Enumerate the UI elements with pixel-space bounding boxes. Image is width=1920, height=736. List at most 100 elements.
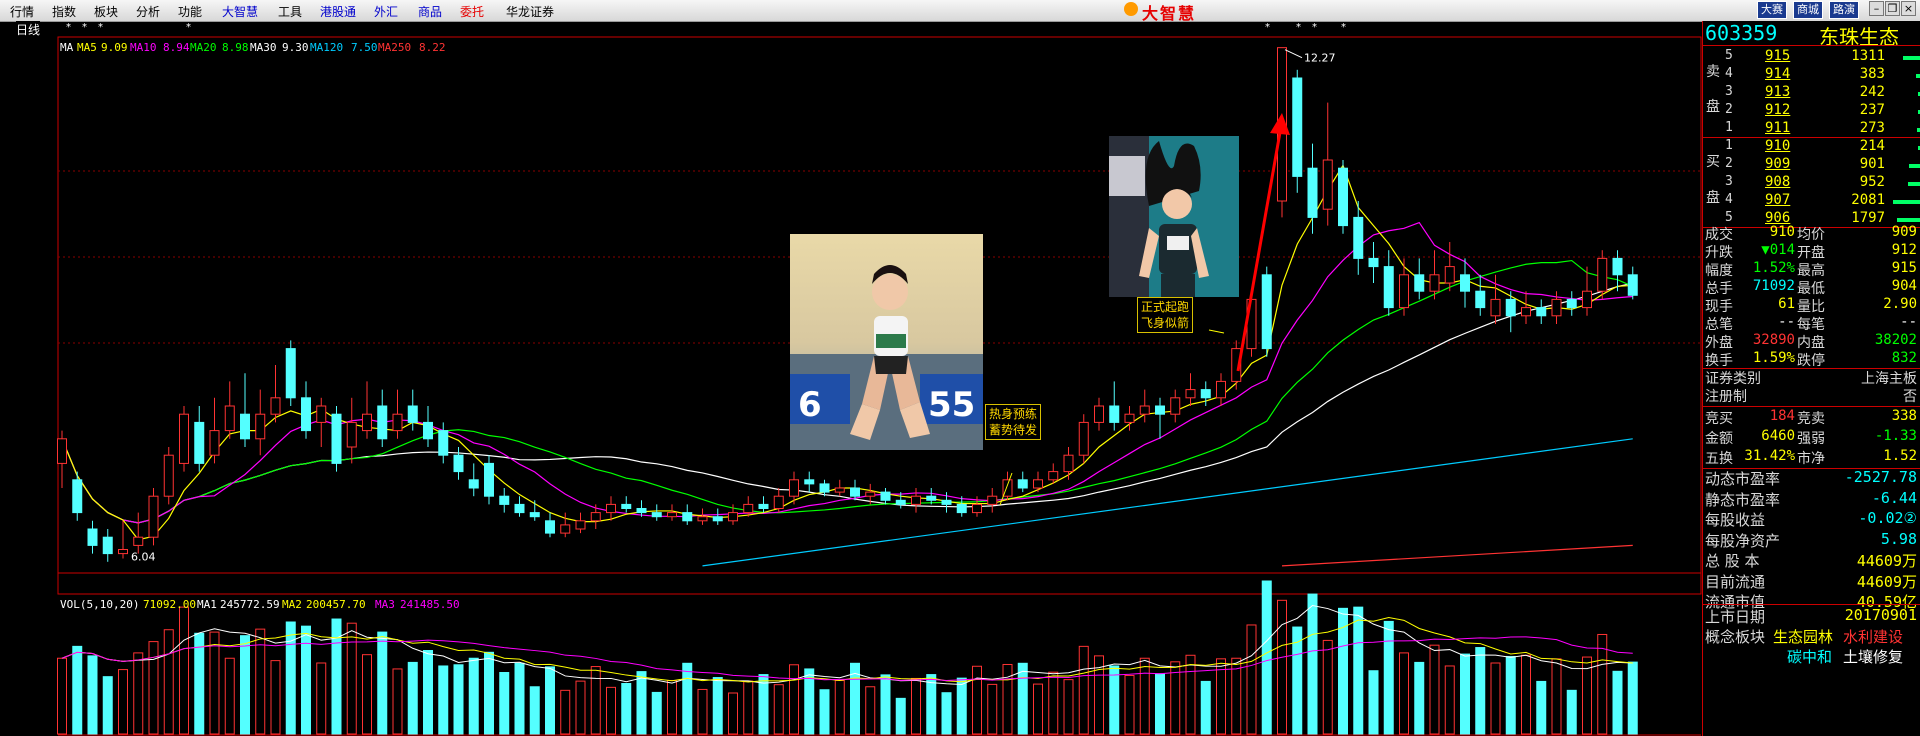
- sell-price[interactable]: 911: [1765, 120, 1790, 136]
- sell-price[interactable]: 915: [1765, 48, 1790, 64]
- candle-body: [834, 487, 845, 493]
- concept-tag[interactable]: 水利建设: [1843, 626, 1903, 647]
- candle-body: [1139, 405, 1150, 415]
- volume-bar: [1551, 658, 1562, 735]
- menu-item[interactable]: 外汇: [374, 3, 398, 20]
- stat-label: 内盘: [1797, 335, 1825, 351]
- candle-body: [1170, 397, 1181, 415]
- buy-volume: 2081: [1851, 192, 1885, 208]
- sell-volume: 383: [1859, 66, 1885, 82]
- menu-item[interactable]: 板块: [94, 3, 118, 20]
- caption-1-line-1: 热身预练: [989, 407, 1038, 421]
- candle-body: [865, 491, 876, 497]
- buy-price[interactable]: 908: [1765, 174, 1790, 190]
- menu-item[interactable]: 功能: [178, 3, 202, 20]
- stat-value: 832: [1891, 350, 1917, 366]
- candle-body: [209, 430, 220, 456]
- sell-volume-bar: [1903, 56, 1920, 60]
- period-label[interactable]: 日线: [16, 21, 41, 38]
- volume-bar: [1627, 661, 1638, 735]
- candle-body: [1444, 266, 1455, 284]
- buy-price[interactable]: 910: [1765, 138, 1790, 154]
- contest-button[interactable]: 大赛: [1757, 1, 1787, 19]
- stat-label: 金额: [1705, 431, 1733, 447]
- sell-volume: 242: [1859, 84, 1885, 100]
- buy-volume: 952: [1859, 174, 1885, 190]
- sell-price[interactable]: 913: [1765, 84, 1790, 100]
- candle-body: [484, 462, 494, 497]
- stat-value: 912: [1891, 242, 1917, 258]
- candle-body: [1521, 307, 1531, 317]
- stat-value: --: [1778, 314, 1795, 330]
- candle-body: [651, 512, 662, 518]
- vol-legend-item: 245772.59: [220, 598, 280, 611]
- candle-body: [346, 421, 357, 448]
- volume-bar: [453, 664, 464, 735]
- mall-button[interactable]: 商城: [1793, 1, 1823, 19]
- candle-body: [1292, 77, 1303, 177]
- candle-body: [72, 479, 83, 514]
- volume-bar: [1185, 654, 1196, 735]
- buy-level: 5: [1725, 210, 1733, 225]
- sell-price[interactable]: 914: [1765, 66, 1790, 82]
- caption-1: 热身预练 蓄势待发: [985, 404, 1042, 440]
- minimize-icon[interactable]: –: [1869, 1, 1884, 16]
- volume-bar: [179, 606, 189, 735]
- stat-label: 最低: [1797, 281, 1825, 297]
- volume-bar: [941, 692, 952, 735]
- stat-label: 五换: [1705, 451, 1733, 467]
- stat-label: 最高: [1797, 263, 1825, 279]
- kline-chart-panel[interactable]: 12.27 6.04 * * * * * * * * 日线 MA MA5 9.09 MA10 8.94 MA…: [0, 21, 1702, 736]
- vol-ma2-line: [61, 617, 1633, 683]
- candle-body: [1505, 298, 1516, 317]
- candle-body: [819, 483, 830, 493]
- menu-item[interactable]: 指数: [52, 3, 76, 20]
- sell-label-1: 卖: [1706, 64, 1720, 80]
- concept-tag[interactable]: 碳中和: [1787, 646, 1832, 667]
- menu-item[interactable]: 行情: [10, 3, 34, 20]
- candle-body: [514, 503, 525, 514]
- volume-bar: [377, 631, 388, 735]
- fundamental-label: 动态市盈率: [1705, 470, 1781, 488]
- candle-body: [194, 421, 205, 464]
- volume-bar: [1383, 620, 1394, 735]
- restore-icon[interactable]: ❐: [1885, 1, 1900, 16]
- volume-bar: [651, 691, 662, 735]
- volume-bar: [484, 651, 494, 735]
- stat-label: 量比: [1797, 299, 1825, 315]
- volume-bar: [972, 665, 982, 735]
- concept-tag[interactable]: 生态园林: [1773, 626, 1833, 647]
- menu-item[interactable]: 港股通: [320, 3, 356, 20]
- concept-tag[interactable]: 土壤修复: [1843, 646, 1903, 667]
- menu-item[interactable]: 商品: [418, 3, 442, 20]
- volume-bar: [682, 662, 693, 735]
- athlete-photo-1: 6 55: [790, 234, 983, 450]
- buy-price[interactable]: 909: [1765, 156, 1790, 172]
- volume-bar: [148, 641, 159, 735]
- candle-body: [1536, 307, 1547, 317]
- candle-body: [895, 499, 906, 505]
- volume-bar: [362, 654, 372, 735]
- trend-arrow: [1236, 120, 1284, 372]
- menu-item[interactable]: 委托: [460, 3, 484, 20]
- close-icon[interactable]: ×: [1901, 1, 1916, 16]
- candle-body: [941, 499, 952, 505]
- menu-item[interactable]: 分析: [136, 3, 160, 20]
- buy-price[interactable]: 907: [1765, 192, 1790, 208]
- buy-volume-bar: [1908, 182, 1920, 186]
- menu-item[interactable]: 大智慧: [222, 3, 258, 20]
- volume-bar: [316, 662, 327, 735]
- candle-body: [956, 503, 967, 514]
- roadshow-button[interactable]: 路演: [1829, 1, 1859, 19]
- volume-bar: [1261, 580, 1272, 735]
- candle-body: [1551, 298, 1562, 317]
- volume-bar: [1429, 644, 1440, 735]
- volume-bar: [1414, 661, 1425, 735]
- candle-body: [1185, 389, 1196, 399]
- menu-item[interactable]: 华龙证券: [506, 3, 554, 20]
- buy-volume-bar: [1909, 164, 1920, 168]
- sell-volume: 1311: [1851, 48, 1885, 64]
- menu-item[interactable]: 工具: [278, 3, 302, 20]
- sell-price[interactable]: 912: [1765, 102, 1790, 118]
- stat-value: 909: [1891, 224, 1917, 240]
